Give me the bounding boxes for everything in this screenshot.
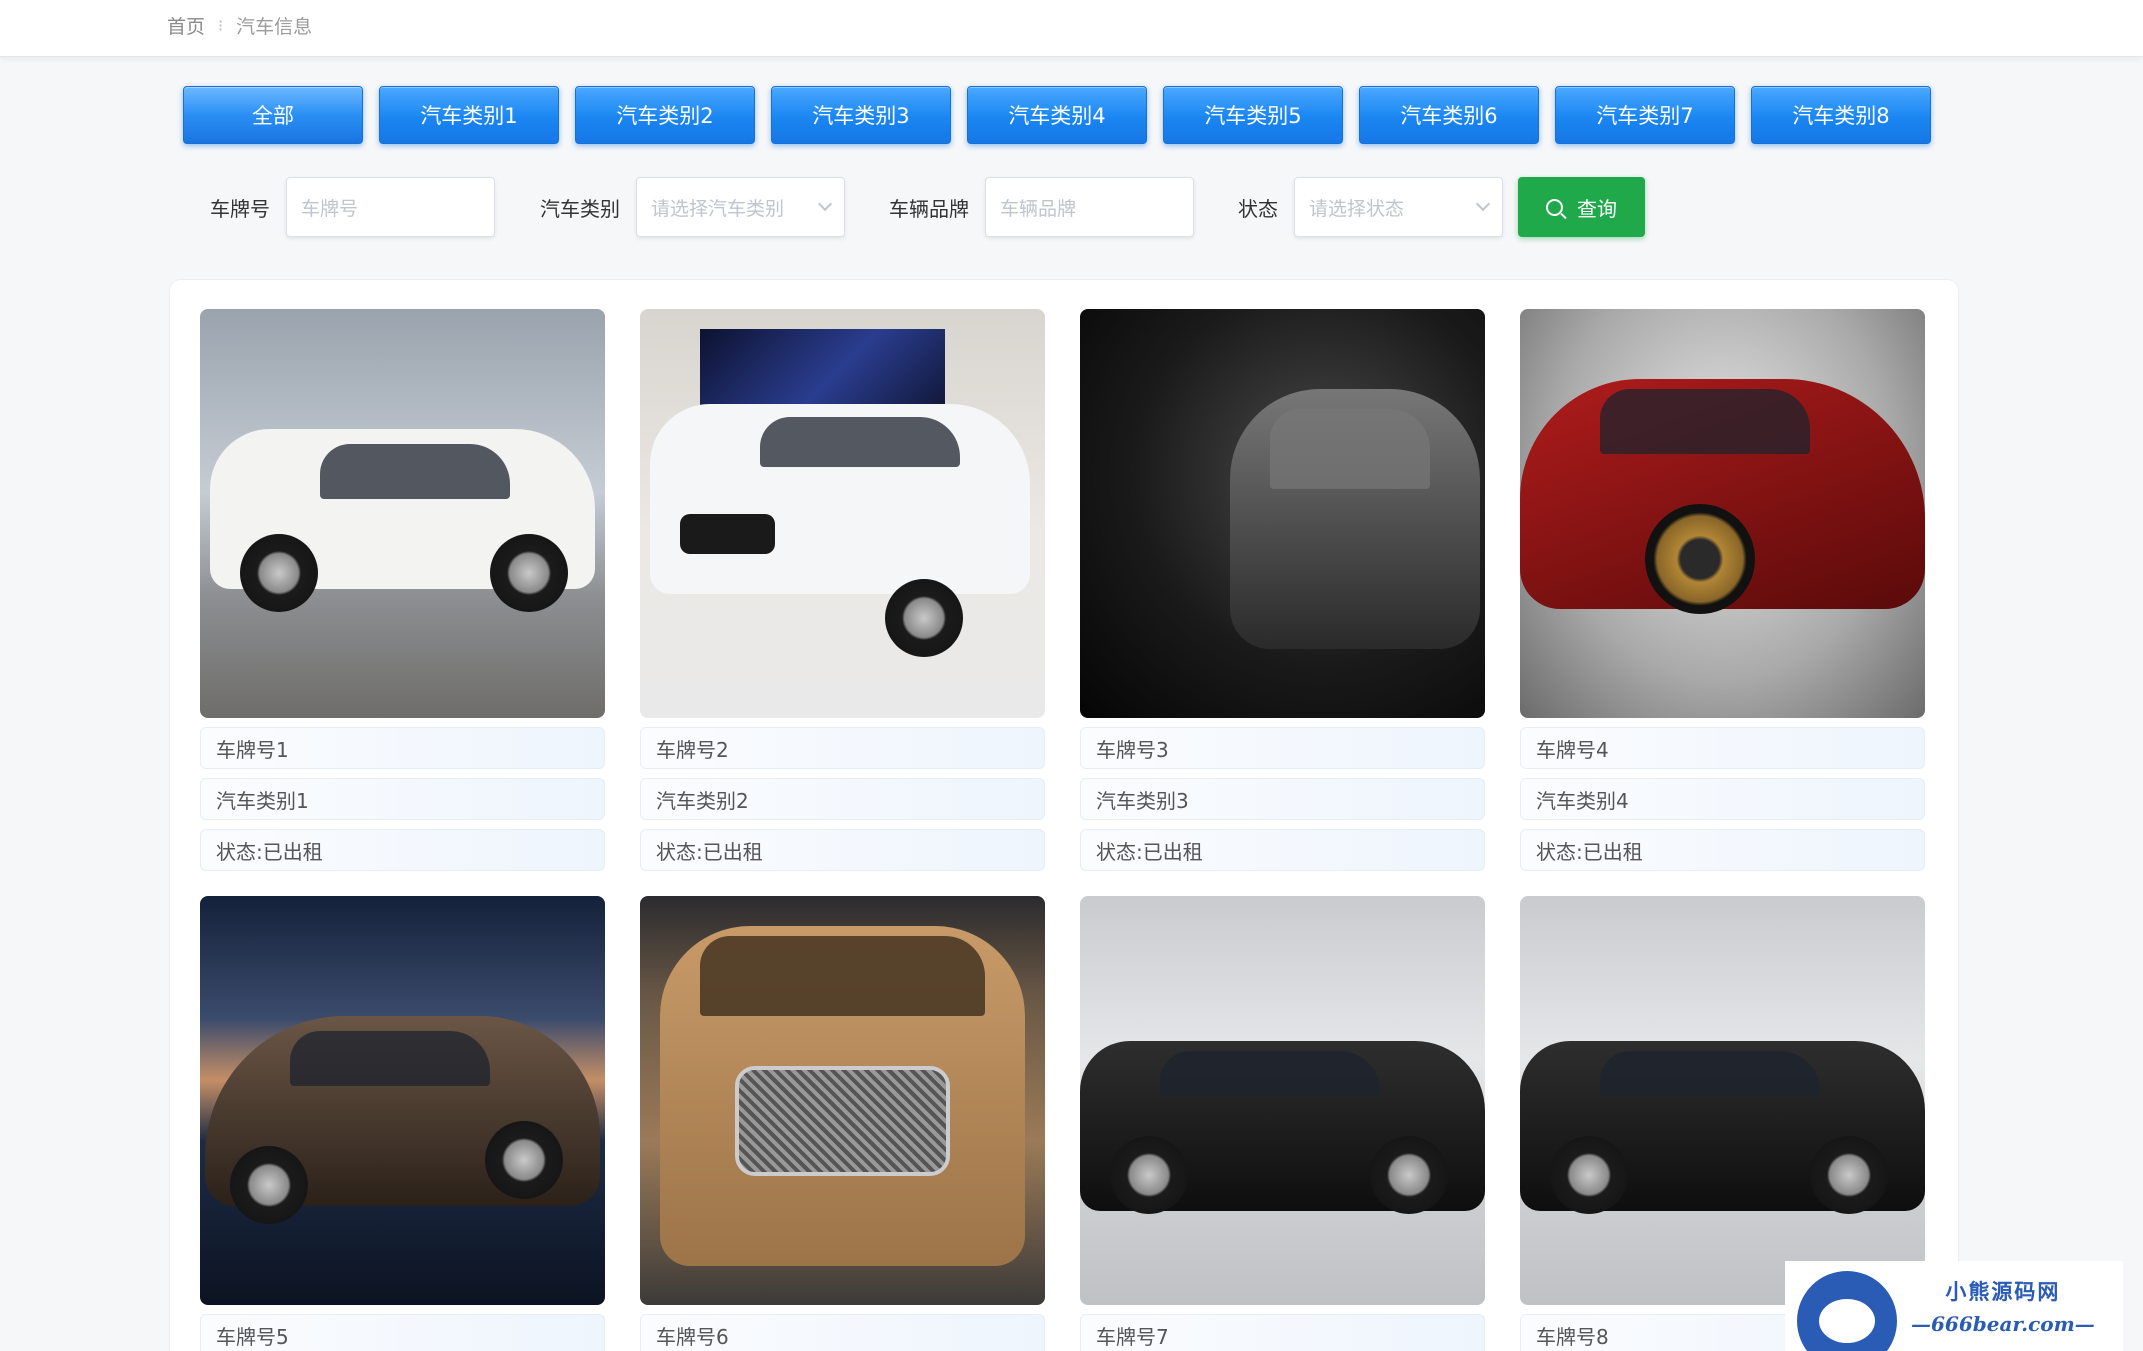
car-image[interactable] xyxy=(1520,309,1925,718)
brand-label: 车辆品牌 xyxy=(889,196,969,221)
car-image[interactable] xyxy=(1520,896,1925,1305)
plate-label: 车牌号 xyxy=(210,196,270,221)
car-category: 汽车类别3 xyxy=(1080,778,1485,820)
breadcrumb-separator-icon: ⁝ xyxy=(218,16,224,35)
query-button-label: 查询 xyxy=(1577,196,1617,221)
car-card[interactable]: 车牌号6 xyxy=(640,896,1045,1351)
car-plate: 车牌号2 xyxy=(640,727,1045,769)
car-card[interactable]: 车牌号1 汽车类别1 状态:已出租 xyxy=(200,309,605,871)
car-status: 状态:已出租 xyxy=(640,829,1045,871)
car-plate: 车牌号3 xyxy=(1080,727,1485,769)
chevron-down-icon xyxy=(817,196,833,212)
bear-logo-icon xyxy=(1797,1271,1897,1351)
car-plate: 车牌号7 xyxy=(1080,1314,1485,1351)
tab-category-4[interactable]: 汽车类别4 xyxy=(967,86,1147,144)
car-image[interactable] xyxy=(200,896,605,1305)
car-category: 汽车类别1 xyxy=(200,778,605,820)
car-image[interactable] xyxy=(1080,896,1485,1305)
car-grid: 车牌号1 汽车类别1 状态:已出租 车牌号2 汽车类别2 状态:已出租 车牌号3… xyxy=(200,309,1925,1351)
brand-input[interactable]: 车辆品牌 xyxy=(985,177,1194,237)
watermark-en: —666bear.com— xyxy=(1911,1312,2095,1336)
category-label: 汽车类别 xyxy=(540,196,620,221)
status-label: 状态 xyxy=(1238,196,1278,221)
car-plate: 车牌号4 xyxy=(1520,727,1925,769)
query-button[interactable]: 查询 xyxy=(1518,177,1645,237)
category-select[interactable]: 请选择汽车类别 xyxy=(636,177,845,237)
car-image[interactable] xyxy=(640,309,1045,718)
tab-category-6[interactable]: 汽车类别6 xyxy=(1359,86,1539,144)
chevron-down-icon xyxy=(1475,196,1491,212)
car-plate: 车牌号6 xyxy=(640,1314,1045,1351)
watermark: 小熊源码网 —666bear.com— xyxy=(1785,1261,2123,1351)
car-status: 状态:已出租 xyxy=(200,829,605,871)
car-plate: 车牌号5 xyxy=(200,1314,605,1351)
plate-input[interactable]: 车牌号 xyxy=(286,177,495,237)
status-select[interactable]: 请选择状态 xyxy=(1294,177,1503,237)
tab-category-2[interactable]: 汽车类别2 xyxy=(575,86,755,144)
breadcrumb-current: 汽车信息 xyxy=(236,16,313,38)
car-category: 汽车类别2 xyxy=(640,778,1045,820)
car-image[interactable] xyxy=(200,309,605,718)
car-image[interactable] xyxy=(640,896,1045,1305)
watermark-text: 小熊源码网 —666bear.com— xyxy=(1911,1276,2095,1336)
car-card[interactable]: 车牌号4 汽车类别4 状态:已出租 xyxy=(1520,309,1925,871)
breadcrumb: 首页 ⁝ 汽车信息 xyxy=(167,12,312,39)
tab-category-8[interactable]: 汽车类别8 xyxy=(1751,86,1931,144)
tab-category-3[interactable]: 汽车类别3 xyxy=(771,86,951,144)
search-form: 车牌号 车牌号 汽车类别 请选择汽车类别 车辆品牌 车辆品牌 状态 请选择状态 … xyxy=(210,177,1645,237)
breadcrumb-home[interactable]: 首页 xyxy=(167,12,205,39)
car-category: 汽车类别4 xyxy=(1520,778,1925,820)
car-image[interactable] xyxy=(1080,309,1485,718)
top-bar: 首页 ⁝ 汽车信息 xyxy=(0,0,2143,57)
category-select-placeholder: 请选择汽车类别 xyxy=(651,197,785,220)
car-card[interactable]: 车牌号5 xyxy=(200,896,605,1351)
car-card[interactable]: 车牌号3 汽车类别3 状态:已出租 xyxy=(1080,309,1485,871)
watermark-cn: 小熊源码网 xyxy=(1945,1279,2061,1304)
car-status: 状态:已出租 xyxy=(1080,829,1485,871)
tab-all[interactable]: 全部 xyxy=(183,86,363,144)
category-tabs: 全部 汽车类别1 汽车类别2 汽车类别3 汽车类别4 汽车类别5 汽车类别6 汽… xyxy=(183,86,1931,144)
status-select-placeholder: 请选择状态 xyxy=(1309,197,1405,220)
car-card[interactable]: 车牌号2 汽车类别2 状态:已出租 xyxy=(640,309,1045,871)
search-icon xyxy=(1546,198,1563,216)
tab-category-1[interactable]: 汽车类别1 xyxy=(379,86,559,144)
car-plate: 车牌号1 xyxy=(200,727,605,769)
tab-category-5[interactable]: 汽车类别5 xyxy=(1163,86,1343,144)
tab-category-7[interactable]: 汽车类别7 xyxy=(1555,86,1735,144)
car-card[interactable]: 车牌号7 xyxy=(1080,896,1485,1351)
car-status: 状态:已出租 xyxy=(1520,829,1925,871)
